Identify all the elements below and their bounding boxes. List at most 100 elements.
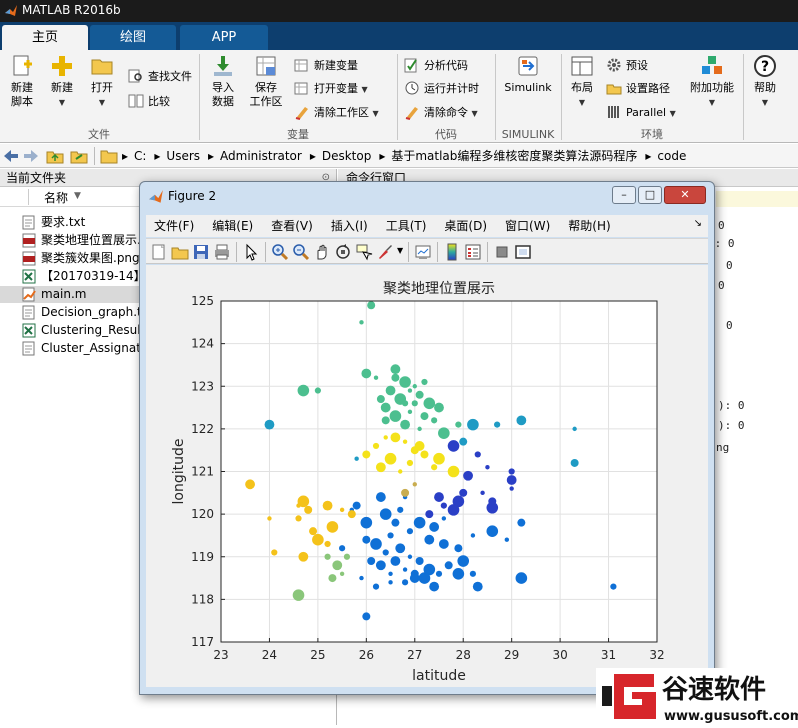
data-point[interactable] <box>267 516 272 521</box>
new-button[interactable]: 新建 ▼ <box>44 54 80 110</box>
rotate-3d-icon[interactable] <box>334 243 352 261</box>
data-point[interactable] <box>610 583 617 590</box>
pan-hand-icon[interactable] <box>313 243 331 261</box>
data-point[interactable] <box>486 501 499 514</box>
close-button[interactable]: ✕ <box>664 186 706 204</box>
data-point[interactable] <box>459 488 468 497</box>
data-point[interactable] <box>509 486 514 491</box>
breadcrumb-separator[interactable]: ▸ <box>310 148 316 164</box>
data-point[interactable] <box>271 549 278 556</box>
data-point[interactable] <box>314 387 321 394</box>
figure-title-bar[interactable]: Figure 2 – □ ✕ <box>140 182 714 212</box>
data-point[interactable] <box>440 502 447 509</box>
data-point[interactable] <box>399 376 411 388</box>
data-point[interactable] <box>326 521 339 533</box>
data-point[interactable] <box>441 516 447 521</box>
back-arrow-icon[interactable] <box>2 148 20 164</box>
breadcrumb-separator[interactable]: ▸ <box>208 148 214 164</box>
data-point[interactable] <box>406 459 414 467</box>
data-point[interactable] <box>429 581 440 592</box>
breadcrumb-separator[interactable]: ▸ <box>122 148 128 164</box>
data-point[interactable] <box>401 400 409 407</box>
help-button[interactable]: ? 帮助 ▼ <box>748 54 782 110</box>
data-point[interactable] <box>380 402 391 413</box>
data-point[interactable] <box>354 456 359 461</box>
data-point[interactable] <box>486 525 499 537</box>
save-workspace-button[interactable]: 保存 工作区 <box>246 54 286 109</box>
data-point[interactable] <box>447 504 460 516</box>
breadcrumb-separator[interactable]: ▸ <box>154 148 160 164</box>
data-point[interactable] <box>298 551 309 562</box>
layout-button[interactable]: 布局 ▼ <box>564 54 600 110</box>
analyze-code-button[interactable]: 分析代码 <box>404 57 468 75</box>
data-point[interactable] <box>398 469 403 474</box>
data-point[interactable] <box>516 415 527 426</box>
data-point[interactable] <box>401 579 409 586</box>
data-point[interactable] <box>444 561 453 570</box>
data-point[interactable] <box>447 440 460 452</box>
data-point[interactable] <box>415 557 424 566</box>
save-icon[interactable] <box>192 243 210 261</box>
data-point[interactable] <box>384 452 397 465</box>
data-point[interactable] <box>387 532 394 539</box>
data-point[interactable] <box>388 571 393 576</box>
data-point[interactable] <box>412 384 417 389</box>
data-point[interactable] <box>292 589 305 601</box>
data-point[interactable] <box>372 442 380 450</box>
data-point[interactable] <box>407 388 413 393</box>
data-point[interactable] <box>470 533 476 538</box>
data-point[interactable] <box>411 400 418 407</box>
open-variable-button[interactable]: 打开变量 ▼ <box>294 80 368 98</box>
menu-file[interactable]: 文件(F) <box>154 218 194 234</box>
data-point[interactable] <box>447 465 460 478</box>
data-point[interactable] <box>424 534 435 545</box>
data-point[interactable] <box>504 537 510 542</box>
insert-colorbar-icon[interactable] <box>443 243 461 261</box>
data-point[interactable] <box>414 441 425 451</box>
data-point[interactable] <box>264 419 275 430</box>
new-variable-button[interactable]: 新建变量 <box>294 57 358 75</box>
data-point[interactable] <box>309 527 318 536</box>
data-point[interactable] <box>390 556 401 566</box>
data-point[interactable] <box>402 567 408 572</box>
data-point[interactable] <box>362 612 371 621</box>
new-script-button[interactable]: 新建 脚本 <box>4 54 40 109</box>
data-point[interactable] <box>459 437 468 446</box>
sort-down-icon[interactable]: ▼ <box>74 191 81 201</box>
run-and-time-button[interactable]: 运行并计时 <box>404 80 479 98</box>
data-point[interactable] <box>395 543 406 554</box>
data-point[interactable] <box>435 570 443 577</box>
data-point[interactable] <box>474 451 481 458</box>
breadcrumb-separator[interactable]: ▸ <box>379 148 385 164</box>
data-point[interactable] <box>421 378 428 386</box>
data-point[interactable] <box>455 421 462 428</box>
print-icon[interactable] <box>213 243 231 261</box>
menu-window[interactable]: 窗口(W) <box>505 218 550 234</box>
data-point[interactable] <box>373 375 379 380</box>
tab-plots[interactable]: 绘图 <box>90 25 176 50</box>
data-point[interactable] <box>420 412 429 421</box>
compare-button[interactable]: 比较 <box>128 93 170 111</box>
data-point[interactable] <box>372 583 380 590</box>
maximize-button[interactable]: □ <box>638 186 662 204</box>
data-point[interactable] <box>375 492 386 502</box>
data-point[interactable] <box>295 515 302 522</box>
data-point[interactable] <box>452 568 465 580</box>
data-point[interactable] <box>431 417 438 424</box>
scatter-chart[interactable]: 23 24 25 26 27 28 29 30 31 32 117 118 119 120 121 122 12… <box>146 265 708 687</box>
forward-arrow-icon[interactable] <box>22 148 40 164</box>
data-point[interactable] <box>457 555 470 567</box>
data-point[interactable] <box>572 426 577 432</box>
data-point[interactable] <box>423 397 436 410</box>
data-point[interactable] <box>517 518 526 527</box>
data-point[interactable] <box>407 409 413 415</box>
data-point[interactable] <box>400 419 410 430</box>
data-cursor-icon[interactable] <box>355 243 373 261</box>
brush-icon[interactable] <box>376 243 394 261</box>
data-point[interactable] <box>339 545 346 552</box>
open-button[interactable]: 打开 ▼ <box>84 54 120 110</box>
show-plot-tools-icon[interactable] <box>514 243 532 261</box>
data-point[interactable] <box>570 458 579 467</box>
data-point[interactable] <box>360 516 373 529</box>
data-point[interactable] <box>397 506 404 513</box>
